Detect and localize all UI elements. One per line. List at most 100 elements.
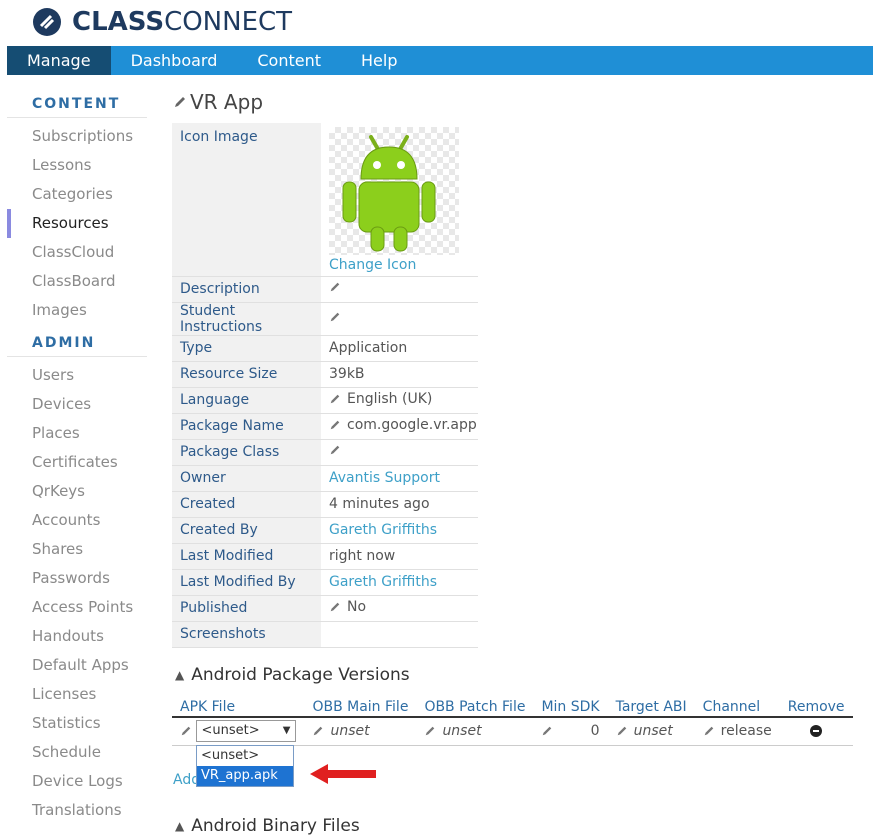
- sidebar-item-handouts[interactable]: Handouts: [7, 622, 147, 651]
- sidebar-item-licenses[interactable]: Licenses: [7, 680, 147, 709]
- column-header: Min SDK: [533, 697, 608, 718]
- pencil-icon[interactable]: [424, 725, 436, 737]
- pencil-icon[interactable]: [329, 281, 341, 293]
- app-icon-image[interactable]: [329, 127, 459, 255]
- sidebar-item-translations[interactable]: Translations: [7, 796, 147, 825]
- nav-help[interactable]: Help: [341, 46, 417, 75]
- property-row-owner: Owner Avantis Support: [172, 465, 478, 492]
- nav-manage[interactable]: Manage: [7, 46, 111, 75]
- property-row-description: Description: [172, 276, 478, 303]
- sidebar-item-qrkeys[interactable]: QrKeys: [7, 477, 147, 506]
- property-label: Package Name: [172, 413, 321, 440]
- property-row-student-instructions: Student Instructions: [172, 302, 478, 336]
- property-row-resource-size: Resource Size 39kB: [172, 361, 478, 388]
- table-header-row: APK File OBB Main File OBB Patch File Mi…: [172, 697, 853, 718]
- sidebar-item-lessons[interactable]: Lessons: [7, 151, 147, 180]
- top-nav: Manage Dashboard Content Help: [7, 46, 873, 75]
- change-icon-link[interactable]: Change Icon: [329, 257, 478, 273]
- property-row-language: Language English (UK): [172, 387, 478, 414]
- pencil-icon[interactable]: [312, 725, 324, 737]
- apk-file-dropdown-list: <unset> VR_app.apk: [196, 745, 294, 787]
- sidebar: CONTENT Subscriptions Lessons Categories…: [7, 90, 147, 825]
- sidebar-item-shares[interactable]: Shares: [7, 535, 147, 564]
- sidebar-item-passwords[interactable]: Passwords: [7, 564, 147, 593]
- section-android-package-versions[interactable]: ▲ Android Package Versions: [175, 665, 410, 685]
- dropdown-arrow-icon: ▼: [282, 725, 291, 737]
- owner-link[interactable]: Avantis Support: [321, 465, 478, 492]
- property-row-last-modified-by: Last Modified By Gareth Griffiths: [172, 569, 478, 596]
- property-row-type: Type Application: [172, 335, 478, 362]
- sidebar-item-images[interactable]: Images: [7, 296, 147, 325]
- property-label: Created: [172, 491, 321, 518]
- pencil-icon[interactable]: [616, 725, 628, 737]
- property-label: Owner: [172, 465, 321, 492]
- property-label: Resource Size: [172, 361, 321, 388]
- min-sdk-value: 0: [590, 723, 600, 740]
- column-header: APK File: [172, 697, 305, 718]
- sidebar-item-devices[interactable]: Devices: [7, 390, 147, 419]
- last-modified-by-link[interactable]: Gareth Griffiths: [321, 569, 478, 596]
- pencil-icon[interactable]: [329, 393, 341, 405]
- property-row-last-modified: Last Modified right now: [172, 543, 478, 570]
- pencil-icon[interactable]: [703, 725, 715, 737]
- logo-icon: [33, 8, 61, 36]
- sidebar-item-classcloud[interactable]: ClassCloud: [7, 238, 147, 267]
- page-title[interactable]: VR App: [173, 90, 263, 114]
- sidebar-item-statistics[interactable]: Statistics: [7, 709, 147, 738]
- sidebar-item-access-points[interactable]: Access Points: [7, 593, 147, 622]
- obb-main-value: unset: [330, 723, 370, 740]
- collapse-triangle-icon[interactable]: ▲: [175, 819, 184, 833]
- sidebar-item-users[interactable]: Users: [7, 361, 147, 390]
- dropdown-option-vr-app-apk[interactable]: VR_app.apk: [197, 766, 293, 786]
- property-row-screenshots: Screenshots: [172, 621, 478, 648]
- target-abi-value: unset: [633, 723, 673, 740]
- column-header: Target ABI: [607, 697, 695, 718]
- property-value: com.google.vr.app: [347, 417, 477, 433]
- property-row-published: Published No: [172, 595, 478, 622]
- property-value: English (UK): [347, 391, 433, 407]
- pencil-icon[interactable]: [329, 311, 341, 323]
- section-title: Android Binary Files: [191, 816, 360, 836]
- apk-file-select[interactable]: <unset> ▼: [196, 720, 297, 743]
- property-value: right now: [321, 543, 478, 570]
- table-row: <unset> ▼ unset unset 0 unset release: [172, 717, 853, 746]
- column-header: OBB Patch File: [416, 697, 534, 718]
- property-label: Icon Image: [172, 123, 321, 277]
- sidebar-item-places[interactable]: Places: [7, 419, 147, 448]
- sidebar-heading-content: CONTENT: [7, 90, 147, 118]
- created-by-link[interactable]: Gareth Griffiths: [321, 517, 478, 544]
- property-label: Language: [172, 387, 321, 414]
- brand-logo[interactable]: CLASSCONNECT: [32, 5, 292, 39]
- sidebar-item-schedule[interactable]: Schedule: [7, 738, 147, 767]
- section-android-binary-files[interactable]: ▲ Android Binary Files: [175, 816, 360, 836]
- nav-content[interactable]: Content: [237, 46, 341, 75]
- collapse-triangle-icon[interactable]: ▲: [175, 668, 184, 682]
- sidebar-heading-admin: ADMIN: [7, 329, 147, 357]
- property-label: Package Class: [172, 439, 321, 466]
- pencil-icon[interactable]: [329, 444, 341, 456]
- nav-dashboard[interactable]: Dashboard: [111, 46, 238, 75]
- pencil-icon[interactable]: [329, 601, 341, 613]
- sidebar-item-device-logs[interactable]: Device Logs: [7, 767, 147, 796]
- property-value: [321, 621, 478, 648]
- dropdown-option-unset[interactable]: <unset>: [197, 746, 293, 766]
- pencil-icon[interactable]: [541, 725, 553, 737]
- property-row-created-by: Created By Gareth Griffiths: [172, 517, 478, 544]
- apk-versions-table: APK File OBB Main File OBB Patch File Mi…: [172, 697, 853, 746]
- column-header: OBB Main File: [304, 697, 417, 718]
- sidebar-item-default-apps[interactable]: Default Apps: [7, 651, 147, 680]
- pencil-icon[interactable]: [173, 95, 187, 109]
- sidebar-item-resources[interactable]: Resources: [7, 209, 147, 238]
- sidebar-item-categories[interactable]: Categories: [7, 180, 147, 209]
- property-label: Type: [172, 335, 321, 362]
- remove-icon[interactable]: [810, 725, 823, 738]
- sidebar-item-classboard[interactable]: ClassBoard: [7, 267, 147, 296]
- obb-patch-value: unset: [442, 723, 482, 740]
- property-value: 4 minutes ago: [321, 491, 478, 518]
- channel-value: release: [720, 723, 772, 740]
- pencil-icon[interactable]: [329, 419, 341, 431]
- sidebar-item-subscriptions[interactable]: Subscriptions: [7, 122, 147, 151]
- pencil-icon[interactable]: [180, 725, 192, 737]
- sidebar-item-certificates[interactable]: Certificates: [7, 448, 147, 477]
- sidebar-item-accounts[interactable]: Accounts: [7, 506, 147, 535]
